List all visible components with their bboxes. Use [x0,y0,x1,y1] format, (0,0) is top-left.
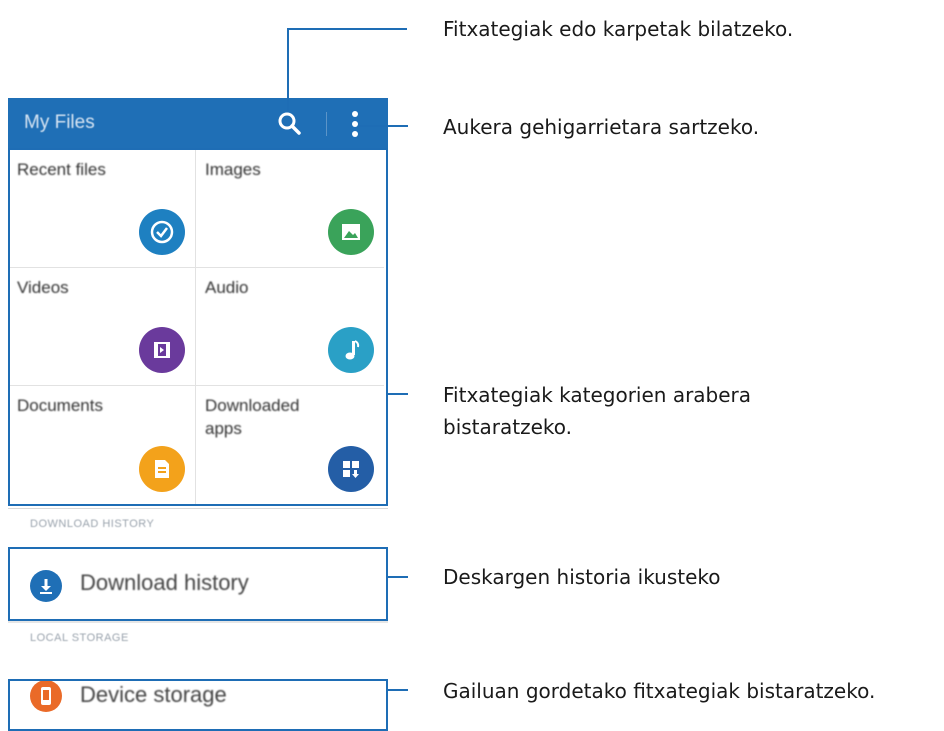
search-callout-line-horizontal [287,28,407,30]
categories-highlight-frame [8,148,388,506]
categories-callout-text-line1: Fitxategiak kategorien arabera [443,383,752,407]
history-callout-line [388,576,408,578]
search-icon[interactable] [276,110,302,136]
search-callout-text: Fitxategiak edo karpetak bilatzeko. [443,17,794,41]
local-storage-section-header: LOCAL STORAGE [8,620,388,657]
download-history-section-header: DOWNLOAD HISTORY [8,508,388,543]
more-callout-line [358,125,408,127]
section-label: LOCAL STORAGE [30,632,129,644]
search-callout-line-vertical [287,28,289,112]
categories-callout-line [388,393,408,395]
storage-callout-text: Gailuan gordetako fitxategiak bistaratze… [443,679,876,703]
app-bar: My Files [8,98,388,150]
history-callout-text: Deskargen historia ikusteko [443,565,721,589]
appbar-divider [326,112,327,136]
storage-callout-line [388,689,408,691]
categories-callout-text-line2: bistaratzeko. [443,415,573,439]
more-callout-text: Aukera gehigarrietara sartzeko. [443,115,760,139]
more-vert-icon[interactable] [350,110,360,138]
download-history-highlight-frame [8,547,388,621]
device-storage-highlight-frame [8,679,388,731]
app-title: My Files [24,112,95,133]
section-label: DOWNLOAD HISTORY [30,518,155,530]
